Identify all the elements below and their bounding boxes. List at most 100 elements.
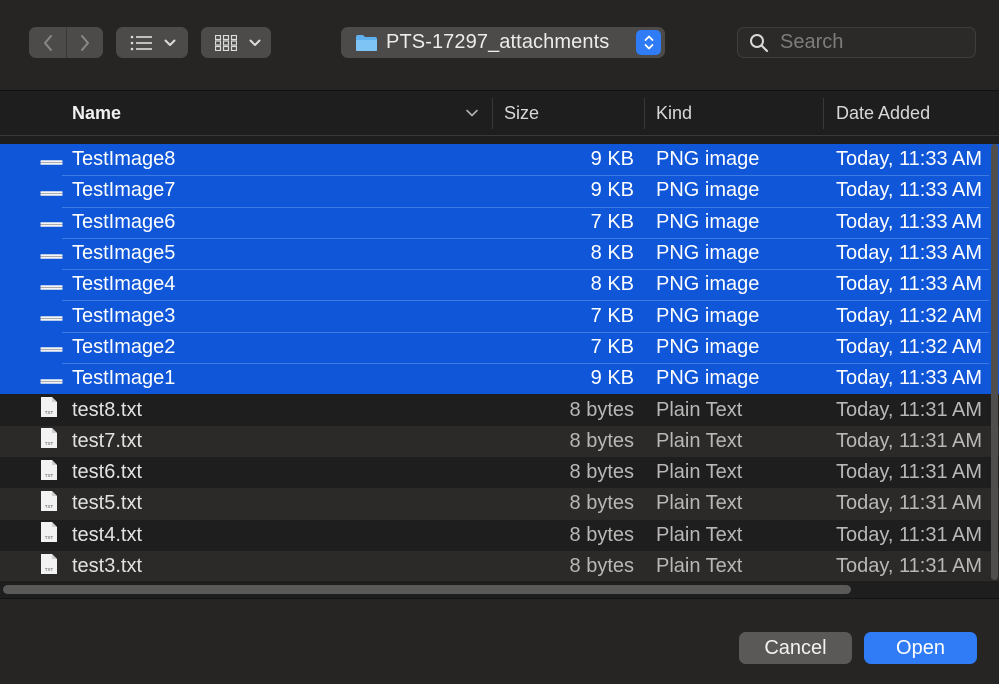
toolbar: PTS-17297_attachments (0, 0, 999, 90)
forward-button[interactable] (66, 27, 103, 58)
file-date-added: Today, 11:31 AM (836, 492, 983, 515)
grid-view-button[interactable] (201, 27, 271, 58)
file-kind: Plain Text (656, 492, 743, 515)
file-row[interactable]: TestImage8 9 KB PNG image Today, 11:33 AM (0, 144, 999, 176)
file-name: TestImage3 (72, 304, 176, 327)
image-file-icon (40, 148, 63, 171)
file-row[interactable]: TestImage3 7 KB PNG image Today, 11:32 AM (0, 300, 999, 332)
file-row[interactable]: TestImage1 9 KB PNG image Today, 11:33 AM (0, 363, 999, 395)
file-kind: PNG image (656, 242, 760, 265)
file-size: 7 KB (590, 335, 634, 358)
column-header-kind[interactable]: Kind (656, 91, 692, 136)
column-header-size[interactable]: Size (504, 91, 539, 136)
file-row[interactable]: TXT test5.txt 8 bytes Plain Text Today, 11:3… (0, 488, 999, 520)
horizontal-scrollbar-thumb[interactable] (3, 585, 851, 594)
text-file-icon-label: TXT (45, 441, 54, 446)
text-file-icon-label: TXT (45, 567, 54, 572)
file-date-added: Today, 11:31 AM (836, 461, 983, 484)
file-name: test4.txt (72, 523, 143, 546)
file-kind: PNG image (656, 148, 760, 171)
image-file-icon (40, 179, 63, 202)
file-date-added: Today, 11:31 AM (836, 429, 983, 452)
text-file-icon: TXT (40, 427, 58, 455)
up-down-chevron-icon (644, 35, 653, 50)
file-row[interactable]: TXT test8.txt 8 bytes Plain Text Today, 11:3… (0, 394, 999, 425)
file-kind: Plain Text (656, 461, 743, 484)
file-name: TestImage4 (72, 273, 176, 296)
file-name: TestImage5 (72, 242, 176, 265)
chevron-left-icon (43, 34, 52, 51)
image-file-icon (40, 211, 63, 234)
file-row[interactable]: TestImage6 7 KB PNG image Today, 11:33 AM (0, 206, 999, 238)
vertical-scrollbar[interactable] (990, 144, 999, 580)
file-date-added: Today, 11:33 AM (836, 242, 983, 265)
file-kind: Plain Text (656, 555, 743, 577)
file-kind: PNG image (656, 210, 760, 233)
file-date-added: Today, 11:31 AM (836, 523, 983, 546)
file-size: 7 KB (590, 304, 634, 327)
text-file-icon: TXT (40, 521, 58, 549)
text-file-icon: TXT (40, 396, 58, 424)
image-file-icon (40, 305, 63, 328)
file-size: 9 KB (590, 179, 634, 202)
file-row[interactable]: TXT test6.txt 8 bytes Plain Text Today, 11:3… (0, 457, 999, 488)
file-size: 8 bytes (569, 492, 634, 515)
image-file-icon (40, 273, 63, 296)
column-separator[interactable] (644, 98, 645, 129)
text-file-icon-label: TXT (45, 473, 54, 478)
file-size: 8 KB (590, 273, 634, 296)
file-row[interactable]: TestImage7 9 KB PNG image Today, 11:33 AM (0, 175, 999, 207)
location-label: PTS-17297_attachments (386, 31, 610, 53)
file-name: test6.txt (72, 461, 143, 484)
file-kind: Plain Text (656, 429, 743, 452)
open-button[interactable]: Open (864, 632, 977, 664)
horizontal-scrollbar[interactable] (0, 580, 999, 598)
file-row[interactable]: TestImage4 8 KB PNG image Today, 11:33 AM (0, 269, 999, 301)
sort-chevron-down-icon[interactable] (465, 106, 479, 120)
file-date-added: Today, 11:31 AM (836, 555, 983, 577)
file-name: TestImage8 (72, 148, 176, 171)
search-input[interactable] (780, 31, 960, 54)
vertical-scrollbar-thumb[interactable] (991, 144, 998, 580)
column-separator[interactable] (823, 98, 824, 129)
column-header-name[interactable]: Name (72, 91, 121, 136)
file-size: 8 bytes (569, 523, 634, 546)
file-date-added: Today, 11:33 AM (836, 273, 983, 296)
file-name: test7.txt (72, 429, 143, 452)
file-row[interactable]: TXT test4.txt 8 bytes Plain Text Today, 11:3… (0, 520, 999, 551)
chevron-down-icon (249, 39, 261, 46)
location-stepper[interactable] (636, 30, 661, 55)
file-name: TestImage6 (72, 210, 176, 233)
text-file-icon: TXT (40, 553, 58, 581)
column-separator[interactable] (492, 98, 493, 129)
file-size: 8 bytes (569, 555, 634, 577)
text-file-icon-label: TXT (45, 504, 54, 509)
search-field[interactable] (737, 27, 976, 58)
file-name: TestImage1 (72, 367, 176, 390)
file-row[interactable]: TXT test3.txt 8 bytes Plain Text Today, 11:3… (0, 550, 999, 581)
back-button[interactable] (29, 27, 66, 58)
column-header: Name Size Kind Date Added (0, 91, 999, 136)
list-view-button[interactable] (116, 27, 188, 58)
search-icon (750, 33, 769, 52)
file-kind: PNG image (656, 367, 760, 390)
text-file-icon-label: TXT (45, 535, 54, 540)
file-date-added: Today, 11:31 AM (836, 398, 983, 421)
text-file-icon-label: TXT (45, 410, 54, 415)
file-row[interactable]: TestImage2 7 KB PNG image Today, 11:32 AM (0, 331, 999, 364)
file-size: 9 KB (590, 367, 634, 390)
file-name: TestImage7 (72, 179, 176, 202)
file-kind: PNG image (656, 273, 760, 296)
file-name: test8.txt (72, 398, 143, 421)
file-row[interactable]: TestImage5 8 KB PNG image Today, 11:33 AM (0, 237, 999, 270)
file-name: TestImage2 (72, 335, 176, 358)
cancel-button[interactable]: Cancel (739, 632, 852, 664)
file-kind: Plain Text (656, 523, 743, 546)
file-list[interactable]: TestImage8 9 KB PNG image Today, 11:33 AM Te… (0, 144, 999, 580)
column-header-date-added[interactable]: Date Added (836, 91, 930, 136)
file-row[interactable]: TXT test7.txt 8 bytes Plain Text Today, 11:3… (0, 425, 999, 457)
location-popup[interactable]: PTS-17297_attachments (341, 27, 665, 58)
text-file-icon: TXT (40, 459, 58, 487)
image-file-icon (40, 367, 63, 390)
file-size: 8 KB (590, 242, 634, 265)
